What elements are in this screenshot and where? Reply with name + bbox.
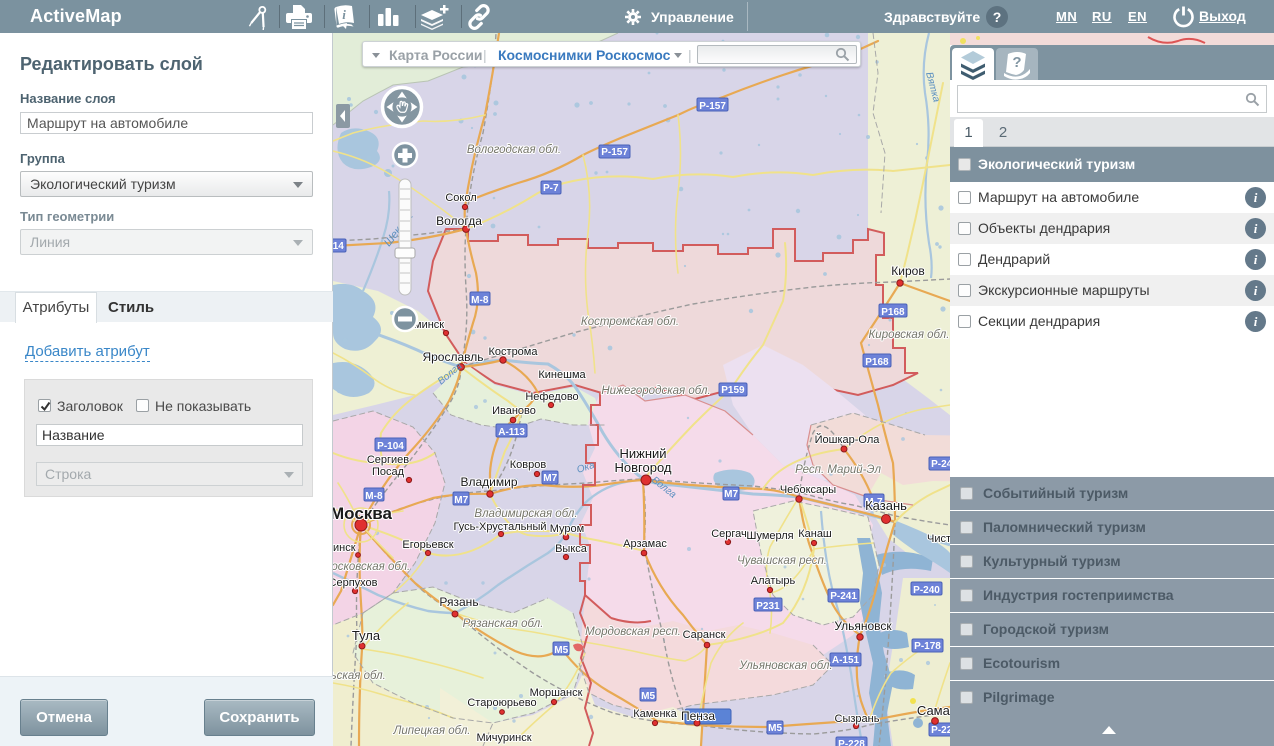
svg-text:Каменка: Каменка [633,708,677,720]
svg-text:Р-240: Р-240 [913,585,940,596]
svg-text:Р-157: Р-157 [699,101,726,112]
svg-text:Р-228: Р-228 [838,739,865,746]
svg-text:Новгород: Новгород [615,460,672,475]
svg-text:Саранск: Саранск [683,629,726,641]
svg-text:Владимир: Владимир [460,475,517,489]
svg-text:Казань: Казань [865,498,907,513]
svg-text:Чист: Чист [927,533,951,545]
svg-text:Московская обл.: Московская обл. [333,561,410,573]
svg-text:М-8: М-8 [365,491,383,502]
svg-text:Владимирская обл.: Владимирская обл. [474,508,577,520]
svg-text:М5: М5 [768,723,782,734]
svg-text:Р-241: Р-241 [830,591,857,602]
svg-text:Нефедово: Нефедово [525,391,578,403]
svg-text:Нижний: Нижний [619,446,666,461]
svg-text:Рязанская обл.: Рязанская обл. [463,618,544,630]
svg-text:Ковров: Ковров [510,459,547,471]
svg-text:Йошкар-Ола: Йошкар-Ола [815,433,881,446]
svg-text:М7: М7 [543,473,557,484]
svg-text:Арзамас: Арзамас [623,538,667,550]
svg-text:Серпухов: Серпухов [333,577,378,589]
svg-text:Вологодская обл.: Вологодская обл. [467,144,561,156]
svg-text:Респ. Марий-Эл: Респ. Марий-Эл [795,464,881,476]
svg-text:Р231: Р231 [756,601,780,612]
svg-text:Иваново: Иваново [492,405,536,417]
svg-text:Нижегородская обл.: Нижегородская обл. [601,385,710,397]
svg-text:Шумерля: Шумерля [746,530,793,542]
svg-text:Алатырь: Алатырь [751,575,796,587]
svg-text:Ульяновская обл.: Ульяновская обл. [738,660,832,672]
svg-text:Р159: Р159 [721,385,745,396]
svg-text:М7: М7 [724,489,738,500]
svg-text:Тула: Тула [352,628,381,643]
svg-text:льская обл.: льская обл. [333,670,386,682]
svg-text:Ульяновск: Ульяновск [834,619,892,633]
svg-text:Р168: Р168 [865,357,889,368]
svg-text:Р-178: Р-178 [914,641,941,652]
svg-text:Сызрань: Сызрань [835,713,880,725]
svg-text:Липецкая обл.: Липецкая обл. [392,725,470,737]
svg-text:Чебоксары: Чебоксары [780,484,836,496]
svg-text:Моршанск: Моршанск [530,687,583,699]
svg-text:Р-157: Р-157 [601,147,628,158]
svg-text:Канаш: Канаш [798,528,832,540]
svg-text:Кировская обл.: Кировская обл. [869,329,950,341]
svg-text:Вологда: Вологда [436,214,482,228]
svg-text:?: ? [1012,54,1021,71]
svg-text:минск: минск [414,319,444,331]
svg-text:инск: инск [333,542,356,554]
svg-text:Чувашская респ.: Чувашская респ. [737,555,827,567]
svg-text:Пенза: Пенза [681,709,715,723]
svg-text:Р168: Р168 [881,307,905,318]
svg-text:М5: М5 [554,645,568,656]
svg-text:М5: М5 [641,691,655,702]
svg-text:А-113: А-113 [498,427,525,438]
svg-text:Сокол: Сокол [445,192,476,204]
svg-text:А-114: А-114 [333,241,344,252]
svg-text:Егорьевск: Егорьевск [402,539,453,551]
svg-text:Рязань: Рязань [439,595,478,609]
svg-text:Кострома: Кострома [489,346,539,358]
svg-text:Москва: Москва [333,504,393,523]
svg-text:Ярославль: Ярославль [422,350,483,364]
svg-text:Мордовская респ.: Мордовская респ. [585,626,681,638]
svg-text:Староюрьево: Староюрьево [467,697,536,709]
svg-text:Кинешма: Кинешма [538,369,586,381]
svg-text:Киров: Киров [891,264,924,278]
svg-text:Муром: Муром [550,523,584,535]
svg-text:Выкса: Выкса [555,543,588,555]
svg-text:М-8: М-8 [471,295,489,306]
svg-text:Р-104: Р-104 [377,441,404,452]
svg-text:Сергач: Сергач [711,528,747,540]
svg-text:Мичуринск: Мичуринск [476,732,531,744]
svg-text:Гусь-Хрустальный: Гусь-Хрустальный [453,521,546,533]
svg-text:Р-7: Р-7 [543,183,559,194]
svg-text:А-151: А-151 [832,655,860,666]
svg-text:Костромская обл.: Костромская обл. [581,316,679,328]
svg-text:i: i [342,7,346,22]
svg-text:Посад: Посад [372,466,405,478]
svg-text:М7: М7 [454,495,468,506]
svg-text:Сергиев: Сергиев [367,454,409,466]
